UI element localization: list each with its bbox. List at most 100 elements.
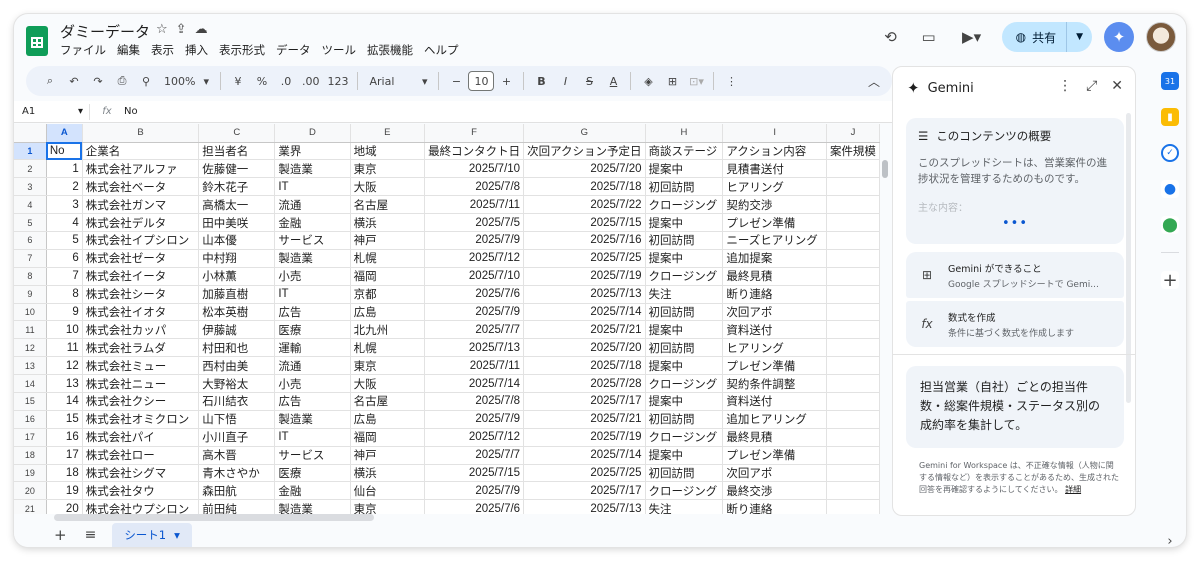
cell[interactable]: 2025/7/21	[523, 410, 646, 429]
show-side-panel-icon[interactable]: ›	[1161, 532, 1179, 548]
cloud-status-icon[interactable]: ☁	[195, 22, 208, 37]
cell[interactable]: 株式会社ゼータ	[82, 249, 200, 268]
cell[interactable]: 神戸	[350, 446, 426, 465]
cell[interactable]: プレゼン準備	[722, 446, 827, 465]
cell[interactable]: 14	[46, 392, 83, 411]
cell[interactable]: 製造業	[274, 249, 351, 268]
paint-format-icon[interactable]: ⚲	[134, 69, 158, 93]
cell[interactable]: 株式会社ニュー	[82, 374, 200, 393]
cell[interactable]: アクション内容	[722, 142, 827, 161]
cell[interactable]: 7	[46, 267, 83, 286]
more-options-icon[interactable]: ⋮	[719, 69, 743, 93]
cell[interactable]	[826, 159, 880, 179]
cell[interactable]: 小川直子	[198, 428, 276, 447]
cell[interactable]: クロージング	[645, 195, 724, 215]
select-all-corner[interactable]	[14, 124, 47, 143]
cell[interactable]: 金融	[274, 481, 351, 501]
cell[interactable]: 株式会社デルタ	[82, 213, 200, 232]
cell[interactable]: 医療	[274, 320, 351, 340]
font-size-input[interactable]: 10	[468, 71, 495, 91]
cell[interactable]: 2025/7/8	[424, 392, 525, 411]
cell[interactable]	[826, 410, 880, 429]
menu-item[interactable]: ツール	[322, 42, 357, 58]
column-header[interactable]: G	[523, 124, 646, 143]
cell[interactable]: 3	[46, 195, 83, 215]
cell[interactable]	[826, 356, 880, 376]
cell[interactable]: 2025/7/9	[424, 303, 525, 322]
menu-item[interactable]: 編集	[117, 42, 140, 58]
cell[interactable]: 5	[46, 231, 83, 250]
cell[interactable]: 2025/7/12	[424, 249, 525, 268]
calendar-icon[interactable]: 31	[1161, 72, 1179, 90]
cell[interactable]: 株式会社オミクロン	[82, 410, 200, 429]
font-size-increase-button[interactable]: +	[494, 69, 518, 93]
cell[interactable]: 金融	[274, 213, 351, 232]
cell[interactable]: 札幌	[350, 338, 426, 358]
cell[interactable]: クロージング	[645, 481, 724, 501]
column-header[interactable]: I	[722, 124, 827, 143]
cell[interactable]: 京都	[350, 285, 426, 304]
cell[interactable]: 福岡	[350, 267, 426, 286]
cell[interactable]: 2025/7/13	[523, 499, 646, 514]
cell[interactable]: 提案中	[645, 446, 724, 465]
undo-icon[interactable]: ↶	[62, 69, 86, 93]
cell[interactable]: 提案中	[645, 356, 724, 376]
cell[interactable]: 2025/7/14	[523, 303, 646, 322]
cell[interactable]: 株式会社ミュー	[82, 356, 200, 376]
menu-item[interactable]: データ	[276, 42, 311, 58]
cell[interactable]: 名古屋	[350, 195, 426, 215]
spreadsheet-grid[interactable]: ABCDEFGHIJ 1 No 企業名 担当者名 業界 地域 最終コンタクト日 次回アクション…	[14, 124, 880, 514]
star-icon[interactable]: ☆	[156, 22, 168, 37]
move-folder-icon[interactable]: ⇪	[176, 22, 187, 37]
column-header[interactable]: F	[424, 124, 525, 143]
cell[interactable]: 東京	[350, 159, 426, 179]
cell[interactable]	[826, 392, 880, 411]
column-header[interactable]: E	[350, 124, 426, 143]
document-title[interactable]: ダミーデータ	[60, 21, 150, 42]
cell[interactable]	[826, 499, 880, 514]
cell[interactable]: 製造業	[274, 499, 351, 514]
cell[interactable]: 株式会社ウプシロン	[82, 499, 200, 514]
comments-icon[interactable]: ▭	[916, 24, 942, 50]
cell[interactable]: 業界	[274, 142, 351, 161]
cell[interactable]: 2025/7/19	[523, 267, 646, 286]
cell[interactable]: 2025/7/15	[424, 464, 525, 483]
text-color-icon[interactable]: A	[601, 69, 625, 93]
cell[interactable]: 追加ヒアリング	[722, 410, 827, 429]
vertical-scrollbar[interactable]	[882, 160, 888, 178]
cell[interactable]: 株式会社ガンマ	[82, 195, 200, 215]
name-box[interactable]: A1 ▾	[14, 103, 90, 120]
cell[interactable]: 中村翔	[198, 249, 276, 268]
borders-icon[interactable]: ⊞	[660, 69, 684, 93]
cell[interactable]: 資料送付	[722, 320, 827, 340]
cell[interactable]: 12	[46, 356, 83, 376]
meet-icon[interactable]: ▶▾	[954, 24, 990, 50]
gemini-scrollbar[interactable]	[1126, 113, 1131, 403]
cell[interactable]: 初回訪問	[645, 231, 724, 250]
fill-color-icon[interactable]: ◈	[636, 69, 660, 93]
row-header[interactable]: 18	[14, 446, 47, 465]
cell[interactable]: 2025/7/5	[424, 213, 525, 232]
cell[interactable]: 2025/7/11	[424, 195, 525, 215]
cell[interactable]: 初回訪問	[645, 303, 724, 322]
column-header[interactable]: B	[82, 124, 200, 143]
currency-format-button[interactable]: ¥	[226, 69, 250, 93]
gemini-button[interactable]: ✦	[1104, 22, 1134, 52]
cell[interactable]: 初回訪問	[645, 464, 724, 483]
font-select[interactable]: Arial ▾	[363, 69, 433, 93]
cell[interactable]: 株式会社カッパ	[82, 320, 200, 340]
cell[interactable]: 次回アポ	[722, 464, 827, 483]
row-header[interactable]: 20	[14, 481, 47, 501]
cell[interactable]: 次回アクション予定日	[523, 142, 646, 161]
cell[interactable]: 佐藤健一	[198, 159, 276, 179]
cell[interactable]: 2025/7/13	[424, 338, 525, 358]
cell[interactable]	[826, 338, 880, 358]
font-size-decrease-button[interactable]: −	[444, 69, 468, 93]
cell[interactable]: 流通	[274, 356, 351, 376]
cell[interactable]: 13	[46, 374, 83, 393]
cell[interactable]: 大野裕太	[198, 374, 276, 393]
cell[interactable]: ニーズヒアリング	[722, 231, 827, 250]
feature-create-formula[interactable]: fx 数式を作成 条件に基づく数式を作成します	[906, 301, 1124, 347]
cell[interactable]: 商談ステージ	[645, 142, 724, 161]
cell[interactable]: 2025/7/14	[523, 446, 646, 465]
